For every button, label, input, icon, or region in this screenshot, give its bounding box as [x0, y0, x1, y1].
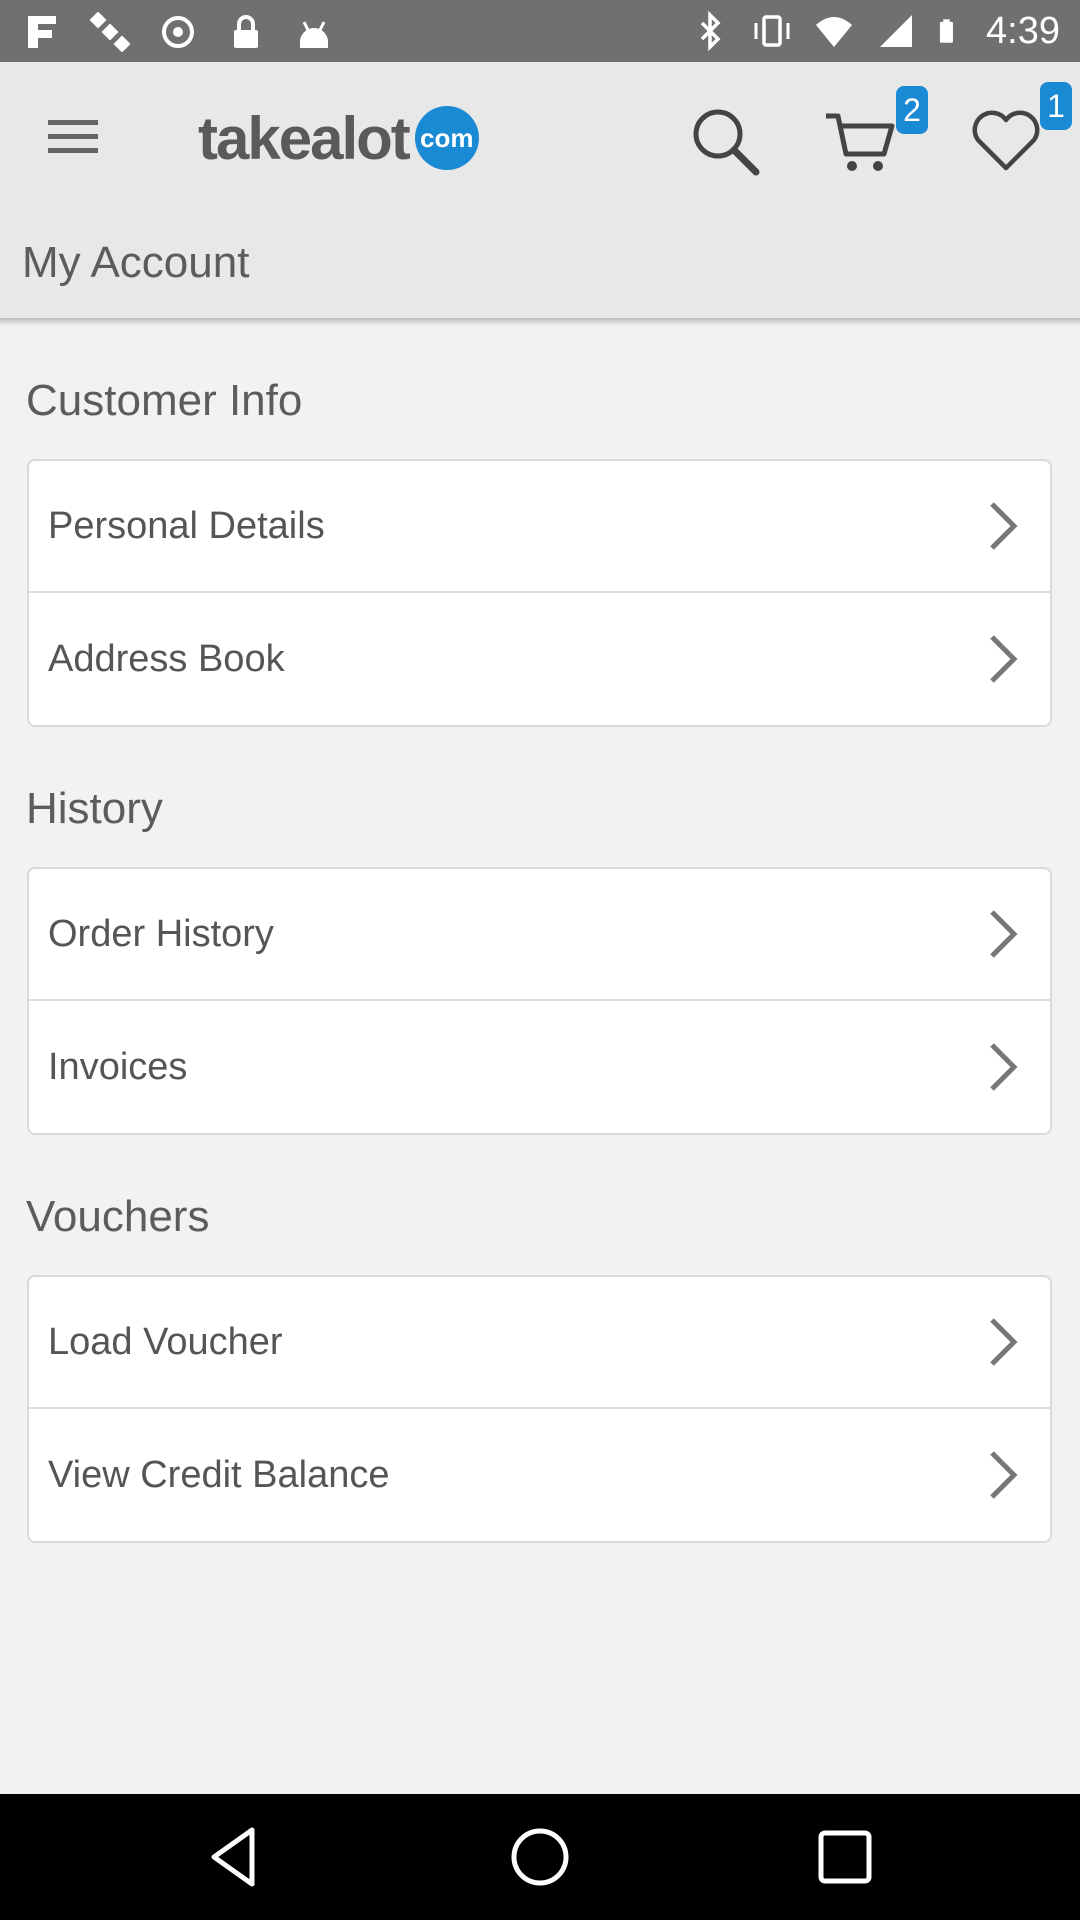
menu-item-personal-details[interactable]: Personal Details [29, 461, 1050, 593]
logo-text: takealot [198, 104, 411, 172]
recent-apps-icon[interactable] [810, 1822, 880, 1892]
menu-item-label: Invoices [48, 1045, 188, 1088]
cart-count-badge: 2 [896, 86, 928, 134]
app-header: takealot com 2 1 My Account [0, 62, 1080, 318]
menu-item-label: Load Voucher [48, 1320, 283, 1363]
status-bar: 4:39 [0, 0, 1080, 62]
takealot-logo[interactable]: takealot com [198, 100, 479, 176]
top-toolbar: takealot com 2 1 [0, 62, 1080, 210]
bluetooth-icon [700, 11, 721, 51]
menu-item-address-book[interactable]: Address Book [29, 593, 1050, 725]
home-icon[interactable] [505, 1822, 575, 1892]
menu-item-invoices[interactable]: Invoices [29, 1001, 1050, 1133]
vibrate-icon [754, 15, 790, 47]
menu-item-label: Order History [48, 912, 274, 955]
section-title-history: History [26, 784, 163, 833]
search-icon[interactable] [686, 102, 762, 178]
history-card: Order History Invoices [27, 867, 1052, 1135]
wishlist-count-badge: 1 [1040, 82, 1072, 130]
section-title-vouchers: Vouchers [26, 1192, 210, 1241]
satellite-icon [90, 12, 130, 52]
sync-icon [162, 16, 194, 48]
wishlist-button[interactable]: 1 [968, 82, 1072, 178]
chevron-right-icon [990, 635, 1018, 683]
menu-icon[interactable] [38, 106, 108, 166]
chevron-right-icon [990, 910, 1018, 958]
cart-icon [826, 113, 895, 171]
section-title-customer-info: Customer Info [26, 376, 303, 425]
signal-icon [880, 15, 913, 47]
customer-info-card: Personal Details Address Book [27, 459, 1052, 727]
wifi-icon [816, 17, 853, 47]
clock: 4:39 [986, 10, 1060, 52]
chevron-right-icon [990, 1318, 1018, 1366]
cart-button[interactable]: 2 [822, 86, 928, 178]
navigation-bar [0, 1794, 1080, 1920]
fake-gps-icon [28, 16, 56, 48]
lock-icon [234, 15, 258, 48]
menu-item-order-history[interactable]: Order History [29, 869, 1050, 1001]
vouchers-card: Load Voucher View Credit Balance [27, 1275, 1052, 1543]
chevron-right-icon [990, 1451, 1018, 1499]
menu-item-label: Personal Details [48, 504, 325, 547]
android-icon [300, 21, 328, 48]
chevron-right-icon [990, 502, 1018, 550]
menu-item-label: Address Book [48, 637, 285, 680]
menu-item-view-credit-balance[interactable]: View Credit Balance [29, 1409, 1050, 1541]
back-icon[interactable] [200, 1822, 270, 1892]
heart-icon [972, 110, 1040, 171]
menu-item-label: View Credit Balance [48, 1453, 390, 1496]
header-divider [0, 318, 1080, 326]
menu-item-load-voucher[interactable]: Load Voucher [29, 1277, 1050, 1409]
page-title: My Account [22, 238, 250, 287]
logo-com-badge: com [414, 106, 479, 170]
battery-icon [939, 19, 953, 43]
chevron-right-icon [990, 1043, 1018, 1091]
